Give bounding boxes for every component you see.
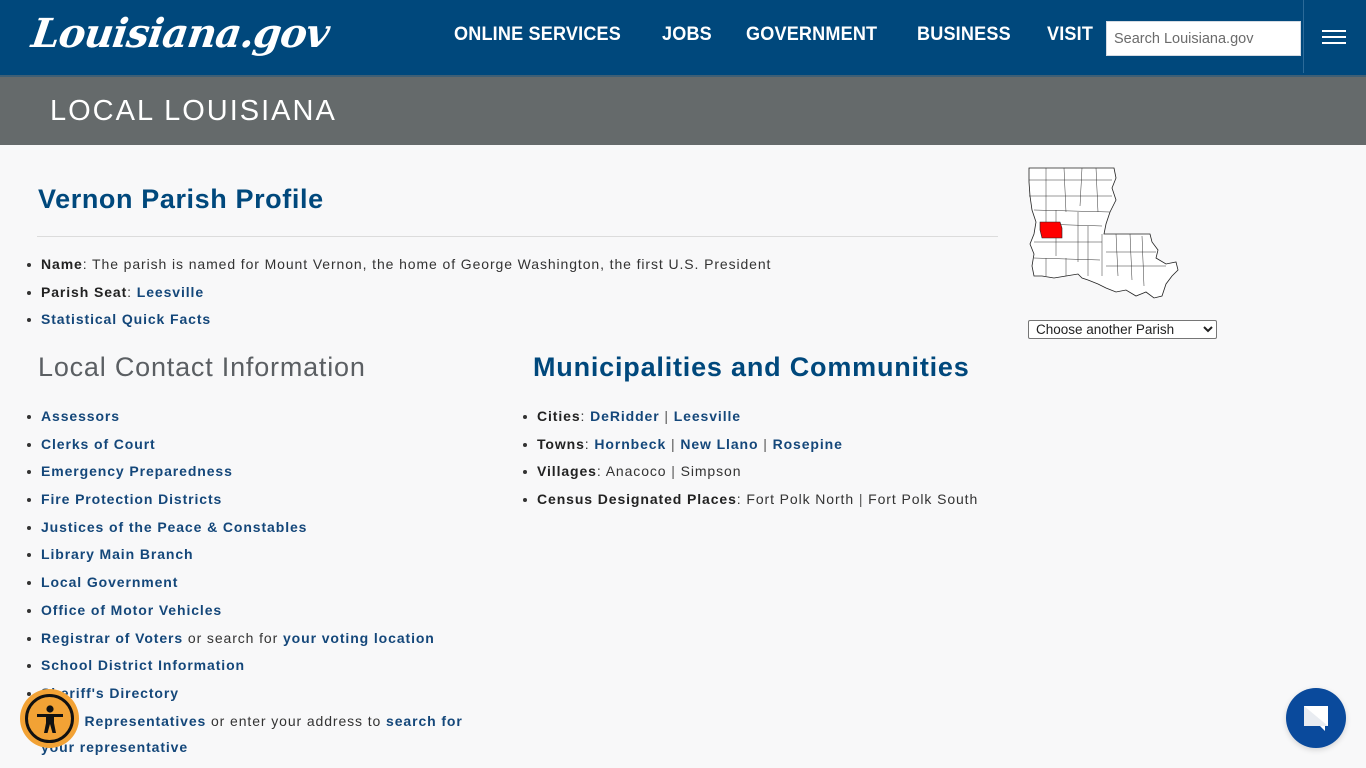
nav-online-services[interactable]: ONLINE SERVICES [454, 24, 621, 46]
town-link-rosepine[interactable]: Rosepine [773, 436, 843, 452]
list-item: Sheriff's Directory [21, 683, 491, 703]
quick-facts-link[interactable]: Statistical Quick Facts [41, 311, 211, 327]
list-item: Assessors [21, 406, 491, 426]
municipalities-heading: Municipalities and Communities [533, 352, 970, 382]
cities-label: Cities [537, 408, 581, 424]
chat-button[interactable] [1286, 688, 1346, 748]
list-item: Office of Motor Vehicles [21, 600, 491, 620]
nav-government[interactable]: GOVERNMENT [746, 24, 877, 46]
list-item: Emergency Preparedness [21, 461, 491, 481]
nav-business[interactable]: BUSINESS [917, 24, 1011, 46]
page-title: Vernon Parish Profile [38, 184, 324, 214]
registrar-link[interactable]: Registrar of Voters [41, 630, 183, 646]
vernon-parish-highlight [1039, 221, 1063, 239]
clerks-link[interactable]: Clerks of Court [41, 436, 156, 452]
parish-select[interactable]: Choose another Parish [1028, 320, 1217, 339]
list-item: Registrar of Voters or search for your v… [21, 628, 491, 648]
city-link-deridder[interactable]: DeRidder [590, 408, 659, 424]
motor-vehicles-link[interactable]: Office of Motor Vehicles [41, 602, 222, 618]
profile-list: Name: The parish is named for Mount Vern… [21, 254, 991, 337]
list-item-parish-seat: Parish Seat: Leesville [21, 282, 991, 302]
municipalities-list: Cities: DeRidder | Leesville Towns: Horn… [517, 406, 997, 517]
reps-text: or enter your address to [206, 712, 387, 729]
list-item-cities: Cities: DeRidder | Leesville [517, 406, 997, 426]
villages-label: Villages [537, 463, 597, 480]
list-item: Library Main Branch [21, 544, 491, 564]
list-item-quick-facts: Statistical Quick Facts [21, 309, 991, 329]
cdp-fort-polk-south: Fort Polk South [868, 491, 979, 508]
towns-label: Towns [537, 435, 585, 452]
nav-visit[interactable]: VISIT [1047, 24, 1093, 46]
name-label: Name [41, 256, 83, 272]
town-link-hornbeck[interactable]: Hornbeck [594, 436, 666, 452]
list-item-villages: Villages: Anacoco | Simpson [517, 461, 997, 481]
accessibility-icon [25, 694, 74, 743]
list-item: Justices of the Peace & Constables [21, 517, 491, 537]
list-item-name: Name: The parish is named for Mount Vern… [21, 254, 991, 274]
village-simpson: Simpson [680, 463, 742, 480]
section-banner: LOCAL LOUISIANA [0, 75, 1366, 145]
banner-title: LOCAL LOUISIANA [50, 95, 337, 127]
justices-link[interactable]: Justices of the Peace & Constables [41, 519, 307, 535]
search-input[interactable] [1106, 21, 1301, 56]
fire-protection-link[interactable]: Fire Protection Districts [41, 491, 222, 507]
list-item: Local Government [21, 572, 491, 592]
town-link-new-llano[interactable]: New Llano [680, 436, 758, 452]
accessibility-button[interactable] [20, 689, 79, 748]
parish-seat-link[interactable]: Leesville [137, 284, 204, 300]
logo-text: Louisiana.gov [28, 10, 332, 57]
registrar-text: or search for [183, 629, 283, 646]
list-item-towns: Towns: Hornbeck | New Llano | Rosepine [517, 434, 997, 454]
list-item: Clerks of Court [21, 434, 491, 454]
nav-jobs[interactable]: JOBS [662, 24, 712, 46]
cdp-fort-polk-north: Fort Polk North [746, 491, 855, 508]
main-nav: ONLINE SERVICES JOBS GOVERNMENT BUSINESS… [454, 24, 1128, 46]
louisiana-parish-map[interactable] [1026, 166, 1182, 302]
emergency-link[interactable]: Emergency Preparedness [41, 463, 233, 479]
list-item-cdp: Census Designated Places: Fort Polk Nort… [517, 489, 997, 509]
library-link[interactable]: Library Main Branch [41, 546, 193, 562]
list-item: School District Information [21, 655, 491, 675]
city-link-leesville[interactable]: Leesville [674, 408, 741, 424]
site-header: Louisiana.gov ONLINE SERVICES JOBS GOVER… [0, 0, 1366, 75]
school-district-link[interactable]: School District Information [41, 657, 245, 673]
seat-label: Parish Seat [41, 283, 128, 300]
village-anacoco: Anacoco [605, 463, 667, 480]
louisiana-gov-logo[interactable]: Louisiana.gov [29, 6, 332, 66]
chat-bubble-icon [1304, 706, 1328, 731]
hamburger-icon[interactable] [1322, 30, 1348, 48]
contacts-heading: Local Contact Information [38, 352, 366, 382]
title-divider [37, 236, 998, 237]
list-item: State Representatives or enter your addr… [21, 708, 491, 760]
header-divider [1303, 0, 1304, 73]
name-text: : The parish is named for Mount Vernon, … [82, 256, 772, 272]
cdp-label: Census Designated Places [537, 491, 737, 508]
contacts-list: Assessors Clerks of Court Emergency Prep… [21, 406, 491, 767]
list-item: Fire Protection Districts [21, 489, 491, 509]
voting-location-link[interactable]: your voting location [283, 630, 435, 646]
assessors-link[interactable]: Assessors [41, 408, 120, 424]
local-government-link[interactable]: Local Government [41, 574, 178, 590]
